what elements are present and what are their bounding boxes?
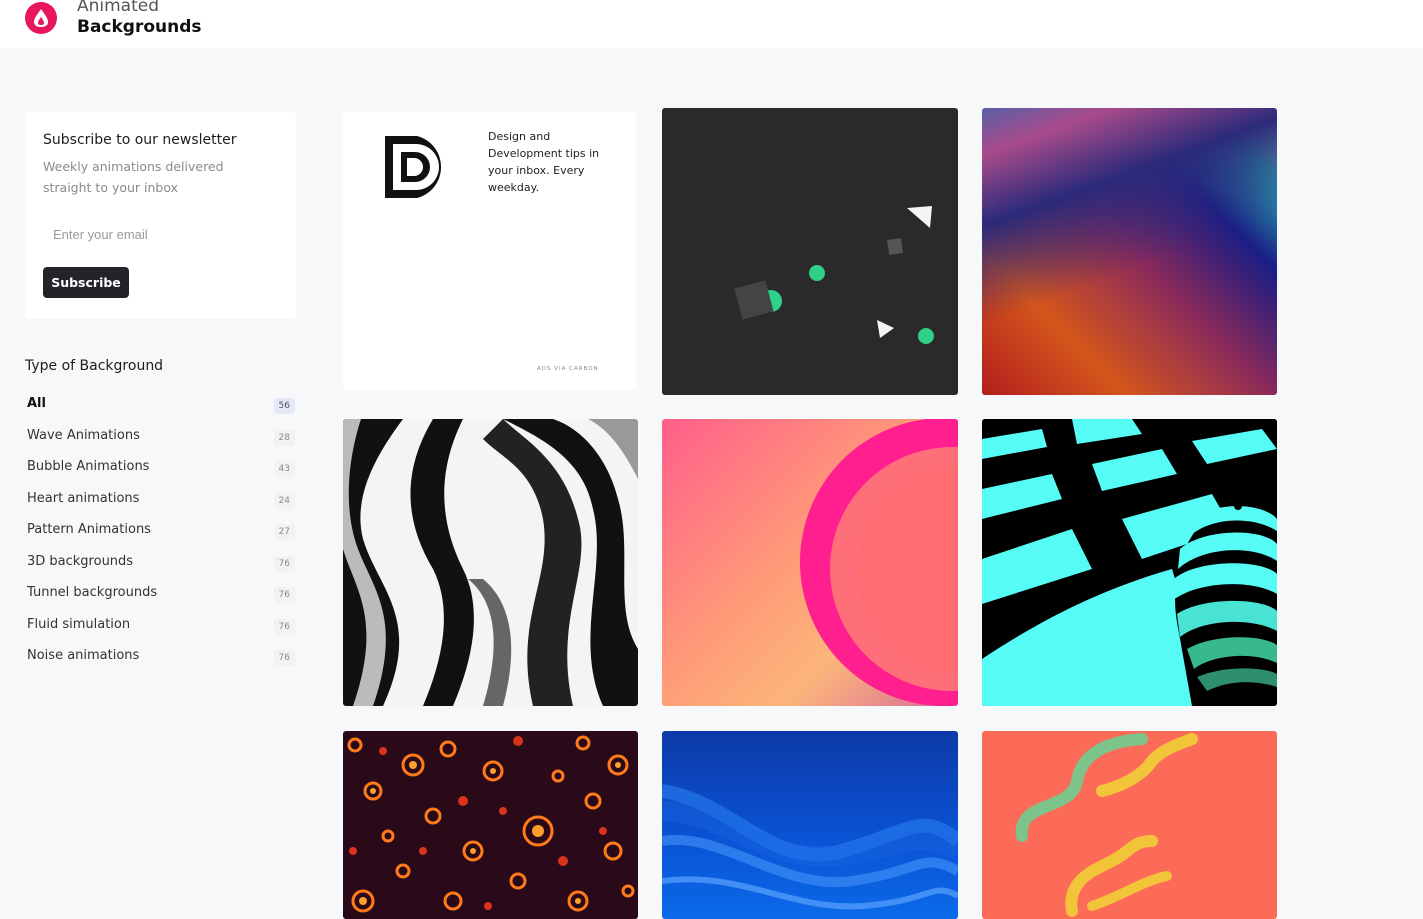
filter-count: 24 [273, 492, 295, 509]
newsletter-subtitle: Weekly animations delivered straight to … [43, 159, 224, 195]
filter-label: 3D backgrounds [27, 553, 134, 569]
filter-count: 27 [273, 524, 295, 540]
newsletter-title: Subscribe to our newsletter [43, 132, 237, 148]
filter-count: 76 [273, 650, 295, 666]
filter-count: 76 [273, 587, 295, 603]
flame-drop-icon[interactable] [25, 2, 57, 34]
header: Animated Backgrounds [0, 0, 1423, 48]
filter-label: Wave Animations [27, 427, 140, 443]
filter-item-pattern[interactable]: Pattern Animations 27 [27, 522, 295, 554]
background-card-liquid-marble[interactable] [343, 419, 638, 706]
filter-item-3d[interactable]: 3D backgrounds 76 [27, 554, 295, 586]
floating-shapes-preview [734, 206, 934, 344]
filter-label: All [27, 396, 46, 411]
filter-label: Noise animations [27, 648, 140, 663]
blue-waves-preview [662, 784, 958, 910]
filter-count: 56 [273, 398, 295, 414]
filter-item-tunnel[interactable]: Tunnel backgrounds 76 [27, 585, 295, 617]
filter-label: Bubble Animations [27, 459, 150, 474]
filter-item-wave[interactable]: Wave Animations 28 [27, 428, 295, 460]
pink-circle-preview [800, 419, 958, 706]
filter-label: Pattern Animations [27, 522, 151, 537]
filter-item-noise[interactable]: Noise animations 76 [27, 648, 295, 680]
filter-count: 43 [273, 461, 295, 477]
brand-title[interactable]: Animated Backgrounds [77, 0, 202, 38]
background-card-gradient[interactable] [982, 108, 1277, 395]
filter-count: 76 [273, 555, 295, 572]
ad-card[interactable]: Design and Development tips in your inbo… [343, 112, 636, 390]
filter-item-heart[interactable]: Heart animations 24 [27, 491, 295, 523]
filter-label: Tunnel backgrounds [27, 585, 158, 600]
background-card-floating-shapes[interactable] [662, 108, 958, 395]
ad-logo-icon [383, 134, 451, 204]
liquid-marble-preview [343, 419, 638, 706]
background-card-fire-flowers[interactable] [343, 731, 638, 919]
filter-count: 76 [273, 618, 295, 635]
filter-title: Type of Background [25, 358, 164, 374]
email-input[interactable] [43, 220, 273, 248]
ad-footer[interactable]: ADS VIA CARBON [537, 366, 599, 372]
filter-count: 28 [273, 429, 295, 446]
filter-item-all[interactable]: All 56 [27, 396, 295, 428]
brand-line-2: Backgrounds [77, 17, 202, 37]
checker-sphere-preview [982, 419, 1277, 706]
filter-label: Fluid simulation [27, 616, 131, 632]
filter-list: All 56 Wave Animations 28 Bubble Animati… [27, 396, 295, 680]
fire-flowers-preview [347, 735, 635, 913]
background-card-pink-circle[interactable] [662, 419, 958, 706]
filter-item-fluid[interactable]: Fluid simulation 76 [27, 617, 295, 649]
background-card-blue-waves[interactable] [662, 731, 958, 919]
coral-squiggles-preview [1015, 733, 1198, 917]
background-card-checker-sphere[interactable] [982, 419, 1277, 706]
brand-line-1: Animated [77, 0, 160, 16]
filter-item-bubble[interactable]: Bubble Animations 43 [27, 459, 295, 491]
filter-label: Heart animations [27, 490, 140, 506]
subscribe-button[interactable]: Subscribe [43, 267, 129, 298]
background-card-coral-squiggles[interactable] [982, 731, 1277, 919]
ad-text: Design and Development tips in your inbo… [488, 130, 600, 194]
newsletter-box: Subscribe to our newsletter Weekly anima… [25, 112, 296, 319]
